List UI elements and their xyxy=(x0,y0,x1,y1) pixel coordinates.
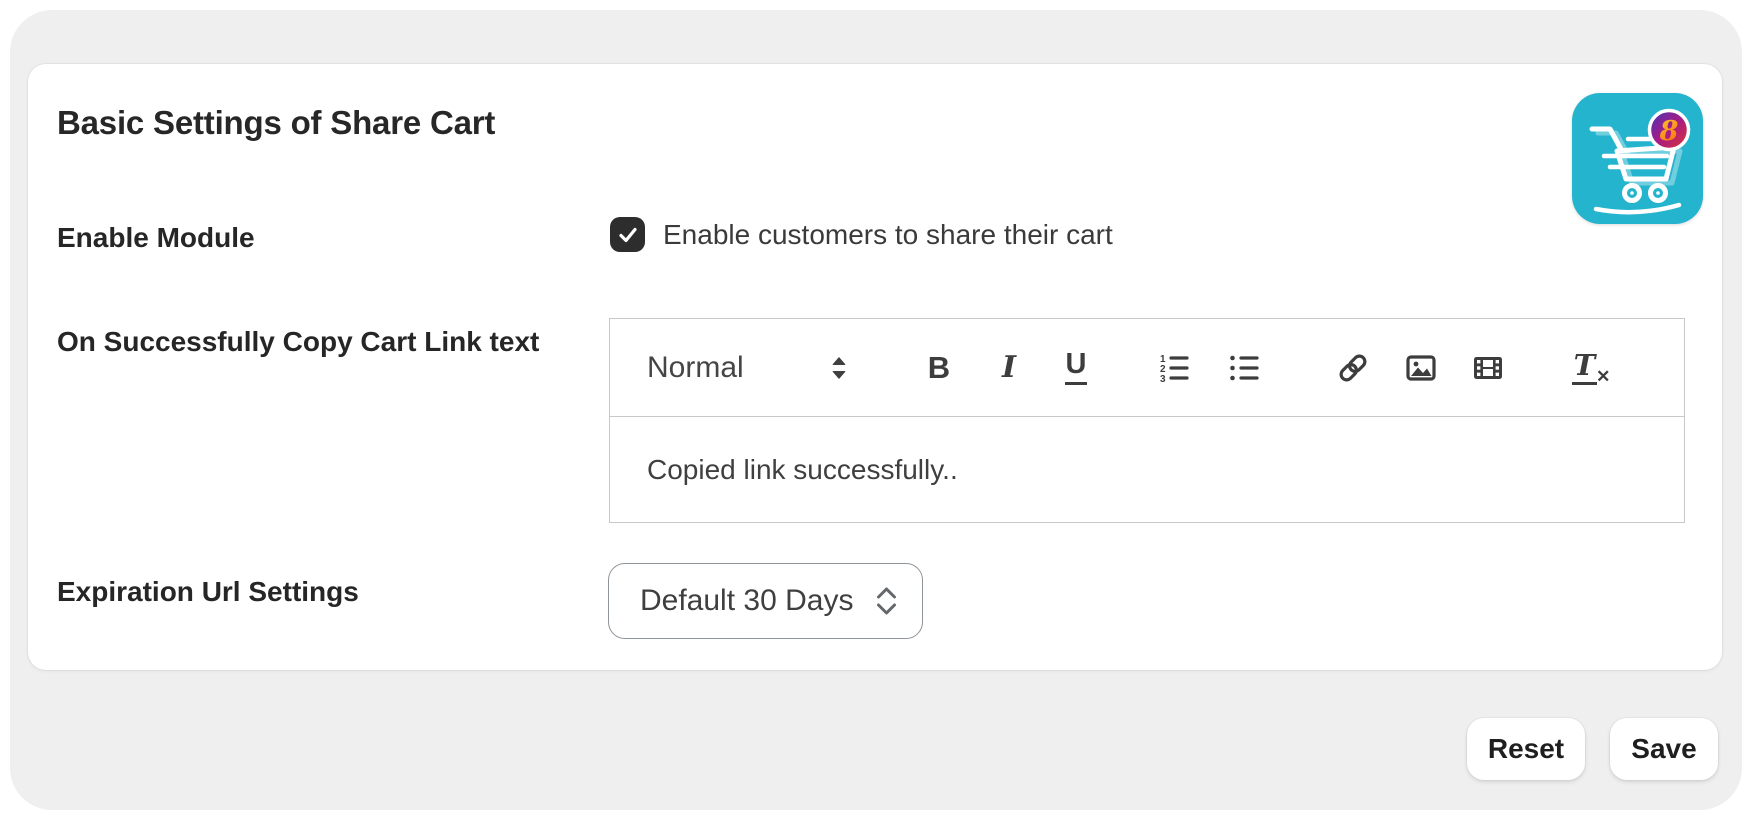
clear-formatting-button[interactable]: T ✕ xyxy=(1567,342,1615,394)
video-icon xyxy=(1474,356,1502,379)
enable-module-checkbox[interactable] xyxy=(610,217,645,252)
brand-badge-icon: 8 xyxy=(1647,108,1691,152)
bold-button[interactable]: B xyxy=(915,342,963,394)
bullet-list-button[interactable] xyxy=(1220,342,1268,394)
page-background: Basic Settings of Share Cart 8 Enable Mo… xyxy=(0,0,1752,820)
editor-toolbar: Normal B I U 1 2 3 T ✕ xyxy=(610,319,1684,417)
italic-icon: I xyxy=(1001,350,1017,385)
bold-icon: B xyxy=(927,349,951,385)
save-button[interactable]: Save xyxy=(1610,718,1718,780)
link-button[interactable] xyxy=(1329,342,1377,394)
expiration-select-value: Default 30 Days xyxy=(640,584,854,617)
basic-settings-card: Basic Settings of Share Cart 8 Enable Mo… xyxy=(28,64,1722,670)
settings-panel: Basic Settings of Share Cart 8 Enable Mo… xyxy=(10,10,1742,810)
rich-text-editor: Normal B I U 1 2 3 T ✕ Copied link succe… xyxy=(609,318,1685,523)
reset-button[interactable]: Reset xyxy=(1467,718,1585,780)
editor-content[interactable]: Copied link successfully.. xyxy=(610,417,1684,523)
checkmark-icon xyxy=(618,227,637,242)
bullet-list-icon xyxy=(1230,355,1259,380)
expiration-url-settings-label: Expiration Url Settings xyxy=(57,576,359,607)
shopping-cart-icon: 8 xyxy=(1589,108,1691,215)
page-title: Basic Settings of Share Cart xyxy=(57,104,496,141)
ordered-list-button[interactable]: 1 2 3 xyxy=(1150,342,1198,394)
paragraph-format-select[interactable]: Normal xyxy=(647,351,744,385)
expiration-select[interactable]: Default 30 Days xyxy=(608,563,923,639)
enable-module-label: Enable Module xyxy=(57,222,255,253)
enable-module-checkbox-label: Enable customers to share their cart xyxy=(663,218,1113,250)
editor-text: Copied link successfully.. xyxy=(647,454,958,485)
video-button[interactable] xyxy=(1464,342,1512,394)
clear-formatting-icon: T ✕ xyxy=(1571,347,1611,386)
chevron-updown-icon xyxy=(877,587,896,615)
format-picker-arrows-icon[interactable] xyxy=(815,342,863,394)
link-icon xyxy=(1339,354,1367,381)
underline-button[interactable]: U xyxy=(1052,342,1100,394)
share-cart-app-icon: 8 xyxy=(1572,93,1703,224)
underline-icon: U xyxy=(1064,350,1088,385)
badge-glyph: 8 xyxy=(1659,116,1679,147)
italic-button[interactable]: I xyxy=(985,342,1033,394)
enable-module-row: Enable customers to share their cart xyxy=(610,217,1113,252)
ordered-list-icon: 1 2 3 xyxy=(1160,354,1189,384)
image-icon xyxy=(1406,354,1436,381)
image-button[interactable] xyxy=(1397,342,1445,394)
svg-text:3: 3 xyxy=(1160,374,1166,384)
copy-cart-link-text-label: On Successfully Copy Cart Link text xyxy=(57,326,540,357)
